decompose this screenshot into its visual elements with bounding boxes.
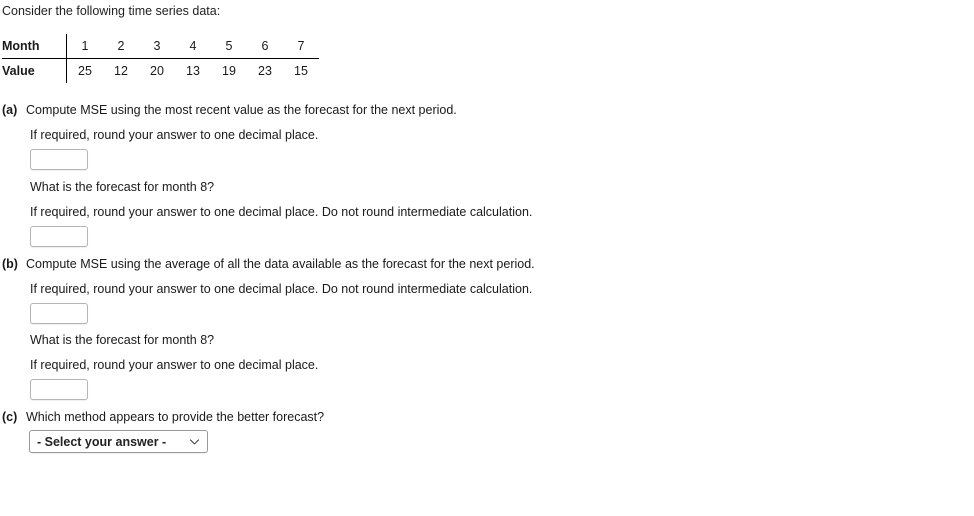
value-cell-4: 13 — [186, 64, 200, 78]
value-cell-6: 23 — [258, 64, 272, 78]
question-a-prompt-2: What is the forecast for month 8? — [30, 180, 215, 194]
question-a-label: (a) — [2, 103, 18, 117]
month-cell-2: 2 — [103, 34, 139, 59]
intro-text: Consider the following time series data: — [2, 4, 221, 18]
month-cell-1: 1 — [67, 34, 103, 59]
month-cell-4: 4 — [175, 34, 211, 59]
table-row-month: Month 1 2 3 4 5 6 7 — [2, 34, 319, 59]
better-forecast-select[interactable]: - Select your answer - — [29, 430, 208, 453]
value-cell-7: 15 — [294, 64, 308, 78]
month-cell-5: 5 — [211, 34, 247, 59]
value-cell-1: 25 — [78, 64, 92, 78]
month-cell-7: 7 — [283, 34, 319, 59]
question-c: (c) Which method appears to provide the b… — [2, 409, 324, 425]
time-series-table: Month 1 2 3 4 5 6 7 Value 25 12 20 13 19… — [2, 34, 319, 83]
question-b-prompt-2: What is the forecast for month 8? — [30, 333, 215, 347]
question-c-text: Which method appears to provide the bett… — [26, 410, 325, 424]
answer-input-b-forecast[interactable] — [30, 379, 88, 400]
question-a-hint-2: If required, round your answer to one de… — [30, 205, 533, 219]
row-header-value: Value — [2, 64, 35, 78]
question-a-text: Compute MSE using the most recent value … — [26, 103, 457, 117]
question-b-hint-2: If required, round your answer to one de… — [30, 358, 319, 372]
answer-input-a-mse[interactable] — [30, 149, 88, 170]
table-row-value: Value 25 12 20 13 19 23 15 — [2, 59, 319, 83]
value-cell-3: 20 — [150, 64, 164, 78]
question-c-label: (c) — [2, 410, 18, 424]
question-a-hint-1: If required, round your answer to one de… — [30, 128, 319, 142]
month-cell-6: 6 — [247, 34, 283, 59]
answer-input-a-forecast[interactable] — [30, 226, 88, 247]
month-cell-3: 3 — [139, 34, 175, 59]
value-cell-5: 19 — [222, 64, 236, 78]
exercise-page: Consider the following time series data:… — [0, 0, 974, 516]
question-b-hint-1: If required, round your answer to one de… — [30, 282, 533, 296]
chevron-down-icon — [189, 439, 200, 445]
row-header-month: Month — [2, 34, 66, 59]
question-b-label: (b) — [2, 257, 18, 271]
question-b: (b) Compute MSE using the average of all … — [2, 256, 535, 272]
value-cell-2: 12 — [114, 64, 128, 78]
question-b-text: Compute MSE using the average of all the… — [26, 257, 535, 271]
better-forecast-select-value: - Select your answer - — [37, 434, 167, 449]
question-a: (a) Compute MSE using the most recent val… — [2, 102, 457, 118]
answer-input-b-mse[interactable] — [30, 303, 88, 324]
